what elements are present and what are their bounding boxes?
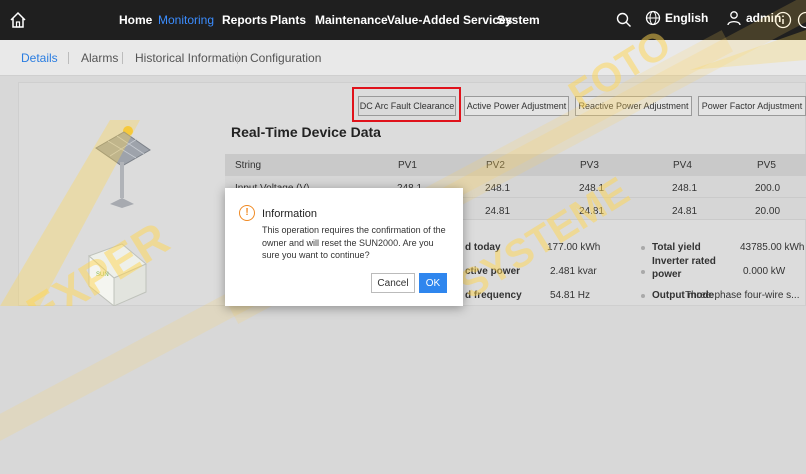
nav-value-added-services[interactable]: Value-Added Services [387, 13, 512, 27]
bullet [641, 270, 645, 274]
warning-icon: ! [239, 205, 255, 221]
inverter-icon: SUN [84, 236, 154, 306]
table-cell: 248.1 [579, 183, 604, 194]
stat-value: 0.000 kW [743, 266, 785, 277]
solar-panel-icon [88, 118, 158, 208]
column-header: PV4 [673, 160, 692, 171]
stat-label: Total yield [652, 242, 701, 253]
svg-text:SUN: SUN [96, 272, 109, 278]
stat-label: Inverter rated power [652, 255, 732, 281]
tab-details[interactable]: Details [21, 51, 58, 65]
nav-home[interactable]: Home [119, 13, 152, 27]
table-cell: 24.81 [485, 206, 510, 217]
home-icon[interactable] [8, 10, 28, 30]
column-header: String [235, 160, 261, 171]
language-switcher[interactable]: English [645, 10, 708, 26]
column-header: PV1 [398, 160, 417, 171]
table-cell: 24.81 [579, 206, 604, 217]
column-header: PV5 [757, 160, 776, 171]
user-icon [726, 10, 742, 26]
table-cell: 24.81 [672, 206, 697, 217]
tab-historical-information[interactable]: Historical Information [135, 51, 248, 65]
nav-system[interactable]: System [497, 13, 540, 27]
table-cell: 200.0 [755, 183, 780, 194]
active-power-adjustment-button[interactable]: Active Power Adjustment [464, 96, 569, 116]
table-cell: 20.00 [755, 206, 780, 217]
top-nav: Home Monitoring Reports Plants Maintenan… [0, 0, 806, 40]
section-title: Real-Time Device Data [231, 124, 381, 140]
confirmation-dialog: ! Information This operation requires th… [225, 188, 463, 306]
search-icon[interactable] [616, 12, 632, 28]
nav-reports[interactable]: Reports [222, 13, 267, 27]
tab-alarms[interactable]: Alarms [81, 51, 118, 65]
stat-value: 54.81 Hz [550, 290, 590, 301]
column-header: PV3 [580, 160, 599, 171]
bullet [641, 294, 645, 298]
stat-value: 2.481 kvar [550, 266, 597, 277]
stat-value: 177.00 kWh [547, 242, 600, 253]
tab-configuration[interactable]: Configuration [250, 51, 321, 65]
tab-divider [237, 52, 238, 64]
dialog-title: Information [262, 208, 317, 220]
highlight-box [352, 87, 461, 122]
stat-value: Three-phase four-wire s... [685, 290, 805, 301]
nav-maintenance[interactable]: Maintenance [315, 13, 388, 27]
stat-label: d frequency [465, 290, 522, 301]
stat-label: ctive power [465, 266, 520, 277]
dialog-message: This operation requires the confirmation… [262, 224, 452, 262]
language-label: English [665, 11, 708, 25]
globe-icon [645, 10, 661, 26]
table-cell: 248.1 [672, 183, 697, 194]
power-factor-adjustment-button[interactable]: Power Factor Adjustment [698, 96, 806, 116]
nav-monitoring[interactable]: Monitoring [158, 13, 214, 27]
tab-divider [68, 52, 69, 64]
stat-label: d today [465, 242, 501, 253]
tab-divider [122, 52, 123, 64]
stat-value: 43785.00 kWh [740, 242, 805, 253]
ok-button[interactable]: OK [419, 273, 447, 293]
bullet [641, 246, 645, 250]
cancel-button[interactable]: Cancel [371, 273, 415, 293]
nav-plants[interactable]: Plants [270, 13, 306, 27]
